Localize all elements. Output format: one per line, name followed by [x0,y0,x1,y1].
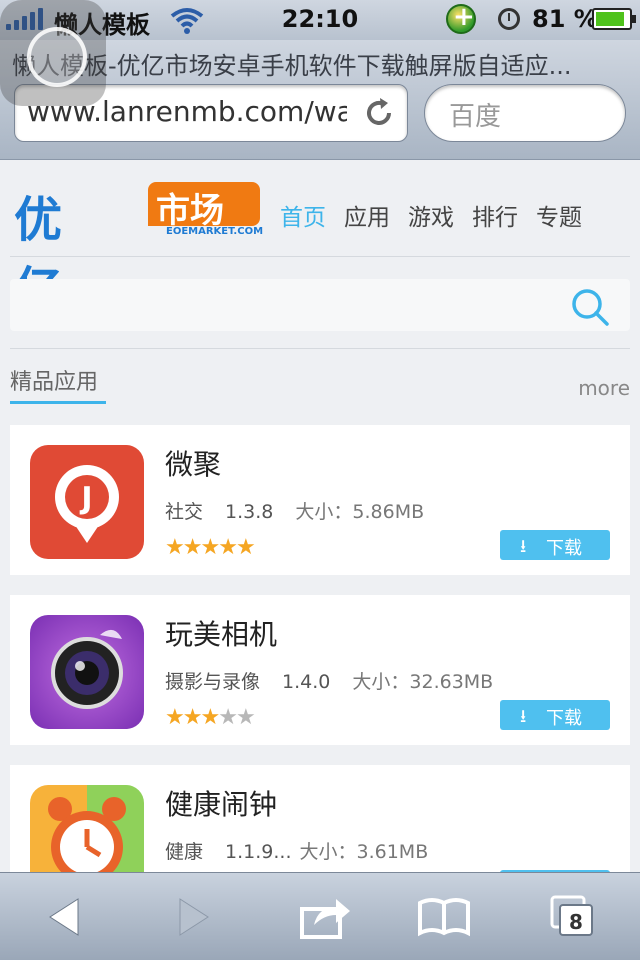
bookmarks-icon[interactable] [414,891,474,943]
logo-badge: 市场 [148,182,260,231]
app-list-item[interactable]: J 微聚 社交 1.3.8 大小：5.86MB ★★★★★ ⭳ 下载 [10,425,630,575]
main-nav: 首页 应用 游戏 排行 专题 [280,198,600,232]
nav-item-apps[interactable]: 应用 [344,198,390,232]
battery-percent: 81 % [532,5,598,33]
star-filled-icon: ★ [165,705,185,730]
camera-app-icon[interactable] [30,615,144,729]
star-filled-icon: ★ [182,535,203,560]
search-icon[interactable] [570,287,610,327]
reload-icon[interactable] [361,95,397,131]
star-empty-icon: ★ [235,705,256,730]
app-meta: 健康 1.1.9... 大小：3.61MB [165,841,429,863]
battery-icon [592,8,636,30]
alarm-icon [498,8,520,30]
star-filled-icon: ★ [200,535,220,560]
svg-text:J: J [79,481,92,516]
section-title-underline [10,401,106,404]
star-filled-icon: ★ [182,705,203,730]
app-meta: 摄影与录像 1.4.0 大小：32.63MB [165,671,494,693]
nav-item-topics[interactable]: 专题 [536,198,582,232]
back-icon[interactable] [38,891,98,943]
download-icon: ⭳ [520,536,527,557]
app-list-item[interactable]: 玩美相机 摄影与录像 1.4.0 大小：32.63MB ★★★★★ ⭳ 下载 [10,595,630,745]
divider [10,256,630,257]
rating-stars: ★★★★★ [165,705,256,730]
divider [10,348,630,349]
star-filled-icon: ★ [200,705,220,730]
nav-item-ranking[interactable]: 排行 [472,198,518,232]
browser-toolbar: 8 [0,872,640,960]
section-title: 精品应用 [10,370,99,395]
site-header: 优亿 市场 EOEMARKET.COM 首页应用游戏排行专题 [0,160,640,318]
app-name[interactable]: 玩美相机 [165,613,277,653]
star-filled-icon: ★ [235,535,256,560]
download-button[interactable]: ⭳ 下载 [500,700,610,730]
tabs-count: 8 [569,910,583,934]
site-search-input[interactable] [10,279,630,331]
star-filled-icon: ★ [165,535,185,560]
share-icon[interactable] [294,891,354,943]
star-empty-icon: ★ [218,705,238,730]
security-app-icon [446,2,476,34]
logo-domain: EOEMARKET.COM [166,226,264,237]
app-list-item[interactable]: 健康闹钟 健康1.1.9...大小：3.61MB ⭳ 下载 [10,765,630,872]
nav-item-home[interactable]: 首页 [280,198,326,232]
tabs-icon[interactable]: 8 [546,891,606,943]
search-placeholder: 百度 [449,102,502,132]
browser-search-field[interactable]: 百度 [424,84,626,142]
alarm-clock-app-icon[interactable] [30,785,144,872]
app-name[interactable]: 微聚 [165,443,221,483]
weiju-app-icon[interactable]: J [30,445,144,559]
app-meta: 社交 1.3.8 大小：5.86MB [165,501,425,523]
download-button[interactable]: ⭳ 下载 [500,530,610,560]
nav-item-games[interactable]: 游戏 [408,198,454,232]
forward-icon[interactable] [160,891,220,943]
assistive-touch-button[interactable] [0,0,106,106]
star-filled-icon: ★ [218,535,238,560]
download-icon: ⭳ [520,706,527,727]
more-link[interactable]: more [578,376,630,400]
app-name[interactable]: 健康闹钟 [165,783,277,823]
rating-stars: ★★★★★ [165,535,256,560]
